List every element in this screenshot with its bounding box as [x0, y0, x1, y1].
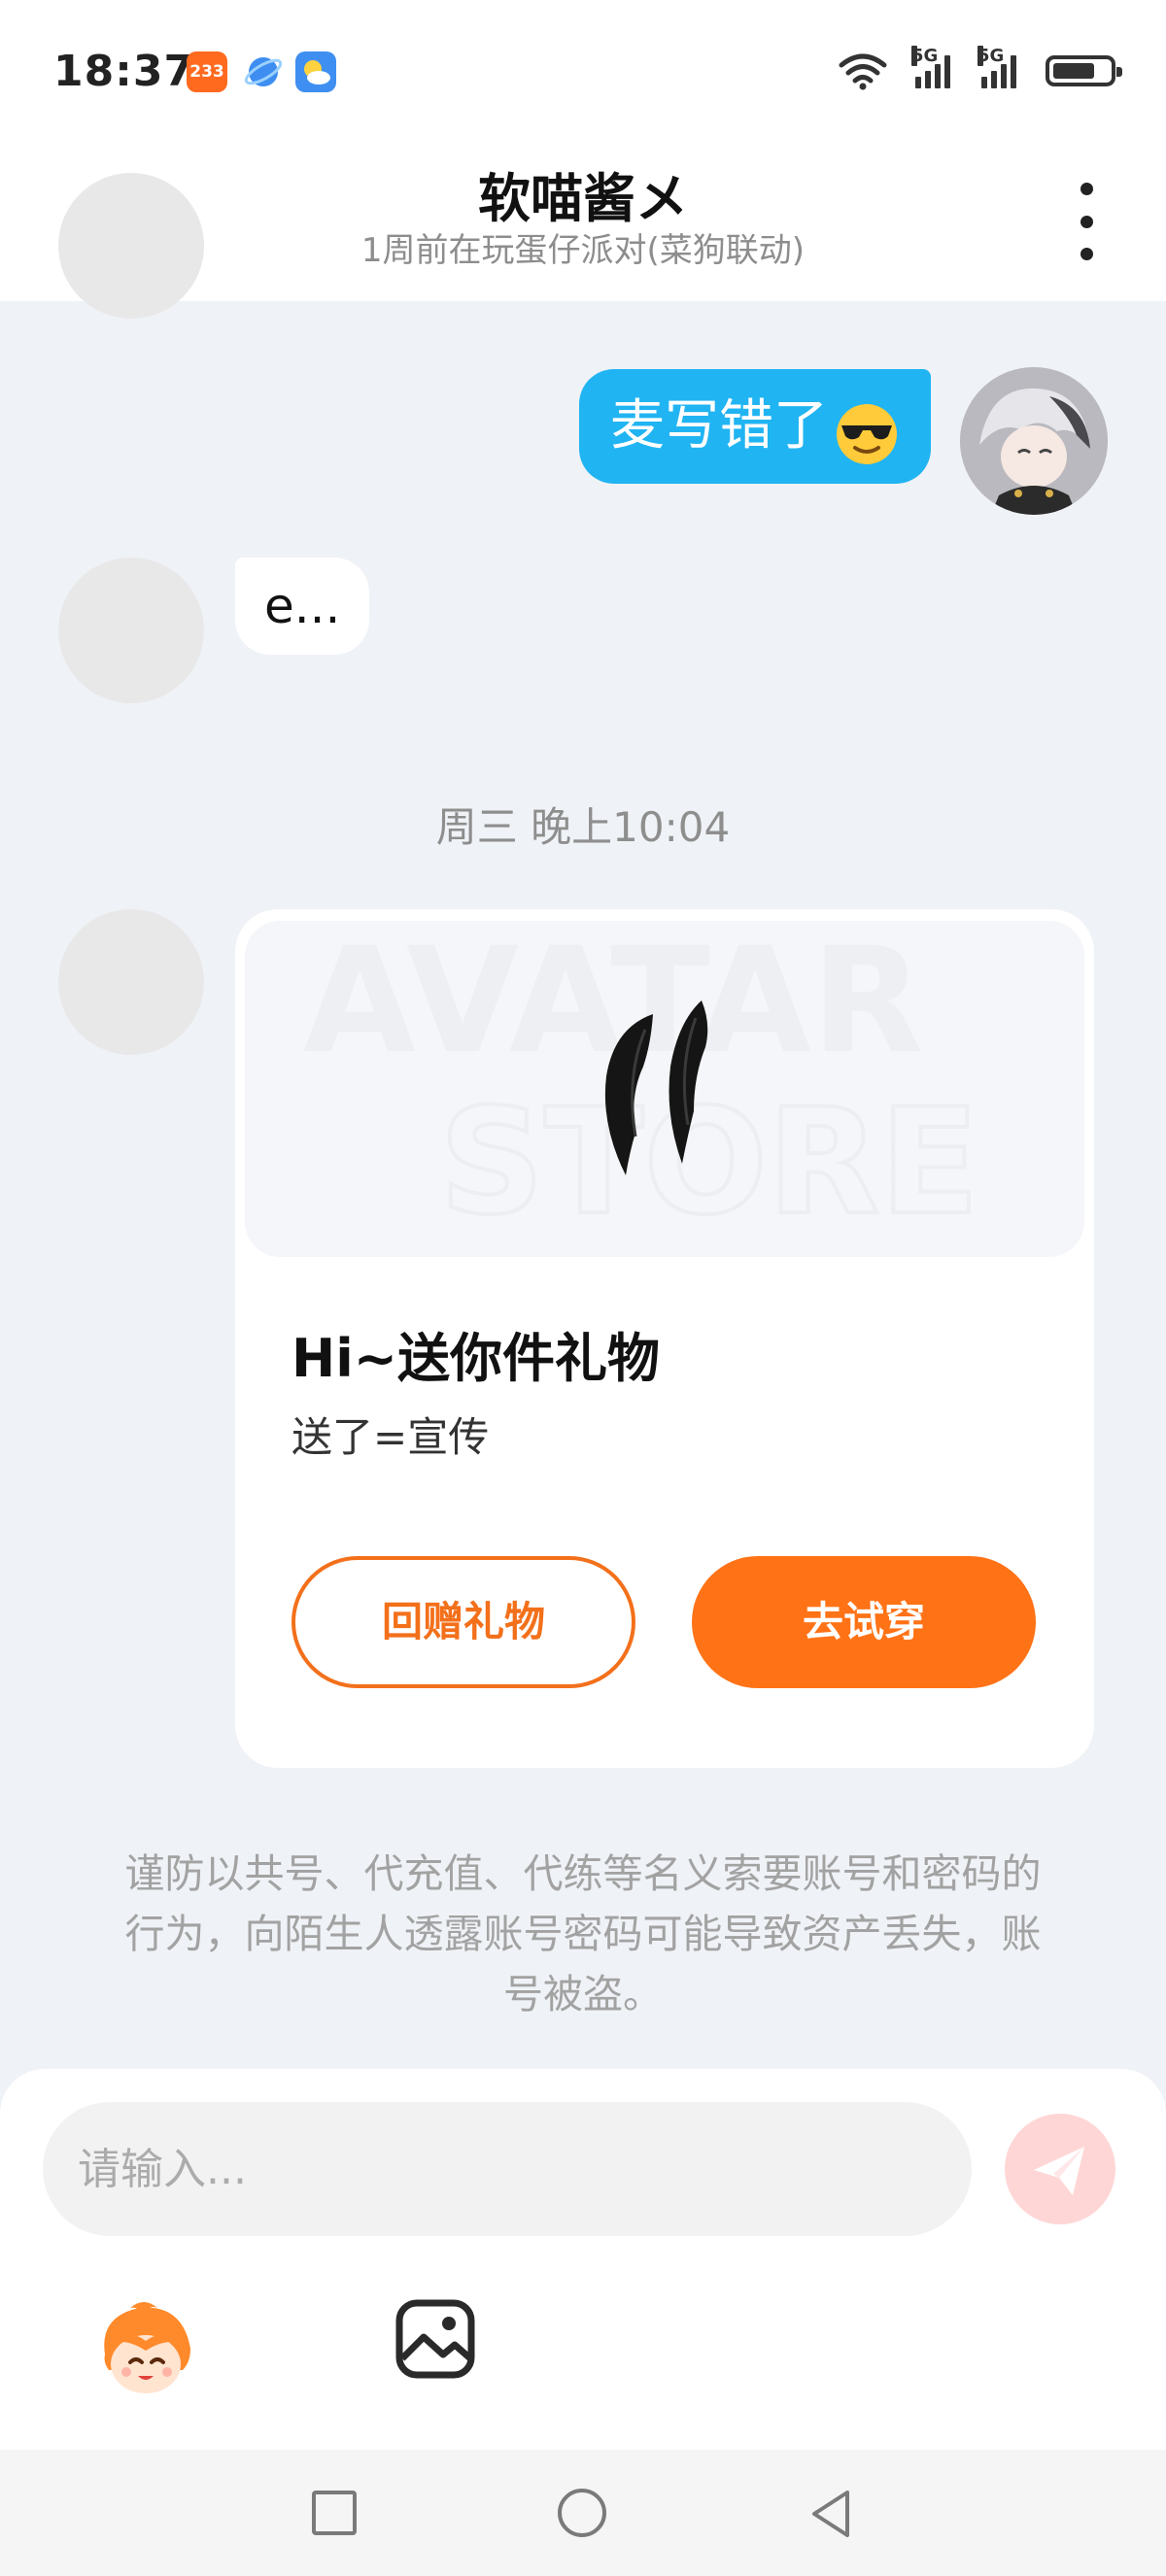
outgoing-message-bubble[interactable]: 麦写错了 — [579, 369, 931, 484]
gift-item-image[interactable]: AVATAR STORE — [245, 921, 1084, 1257]
message-timestamp: 周三 晚上10:04 — [435, 803, 731, 851]
security-notice: 谨防以共号、代充值、代练等名义索要账号和密码的行为，向陌生人透露账号密码可能导致… — [124, 1850, 1042, 2017]
message-list[interactable]: 麦写错了 e... 周三 晚上10:04 AVATAR STORE Hi~送你件… — [0, 173, 1166, 2069]
browser-icon — [243, 51, 284, 92]
app-233-icon: 233 — [187, 51, 227, 92]
return-gift-button[interactable]: 回赠礼物 — [292, 1556, 635, 1688]
battery-icon — [1046, 55, 1122, 86]
signal-strength-icon-2: 5G — [977, 46, 1016, 88]
input-panel — [0, 2069, 1166, 2450]
sunglasses-emoji-icon — [834, 392, 900, 464]
message-input[interactable] — [43, 2102, 972, 2236]
signal-strength-icon-1: 5G — [911, 46, 950, 88]
contact-avatar[interactable] — [58, 558, 204, 703]
send-icon — [1034, 2147, 1084, 2195]
status-bar: 18:37 233 5G 5G — [0, 0, 1166, 146]
status-time: 18:37 — [53, 47, 195, 96]
gift-title: Hi~送你件礼物 — [292, 1328, 660, 1389]
character-emoji-icon[interactable] — [89, 2294, 200, 2405]
contact-avatar[interactable] — [58, 173, 204, 319]
status-icons: 5G 5G — [838, 46, 1122, 95]
battery-level — [1053, 63, 1094, 79]
send-button[interactable] — [1005, 2114, 1115, 2224]
outgoing-message-text: 麦写错了 — [610, 394, 828, 458]
network-label-2: 5G — [977, 46, 1005, 66]
system-nav-bar — [0, 2450, 1166, 2576]
my-avatar[interactable] — [960, 367, 1108, 515]
image-icon[interactable] — [394, 2298, 476, 2380]
watermark-text-2: STORE — [439, 1078, 979, 1247]
back-triangle-icon[interactable] — [806, 2487, 853, 2541]
app-badge-label: 233 — [189, 62, 224, 82]
wifi-icon — [839, 53, 887, 90]
more-vertical-icon[interactable] — [1067, 183, 1106, 260]
weather-icon — [295, 51, 336, 92]
recent-apps-icon[interactable] — [312, 2491, 357, 2535]
network-label-1: 5G — [911, 46, 939, 66]
incoming-message-bubble[interactable]: e... — [235, 558, 370, 655]
gift-message: 送了=宣传 — [292, 1413, 490, 1461]
try-on-button[interactable]: 去试穿 — [692, 1556, 1036, 1688]
home-icon[interactable] — [558, 2489, 606, 2537]
gift-card[interactable]: AVATAR STORE Hi~送你件礼物 送了=宣传 回赠礼物 去试穿 — [235, 909, 1094, 1768]
contact-avatar[interactable] — [58, 909, 204, 1055]
